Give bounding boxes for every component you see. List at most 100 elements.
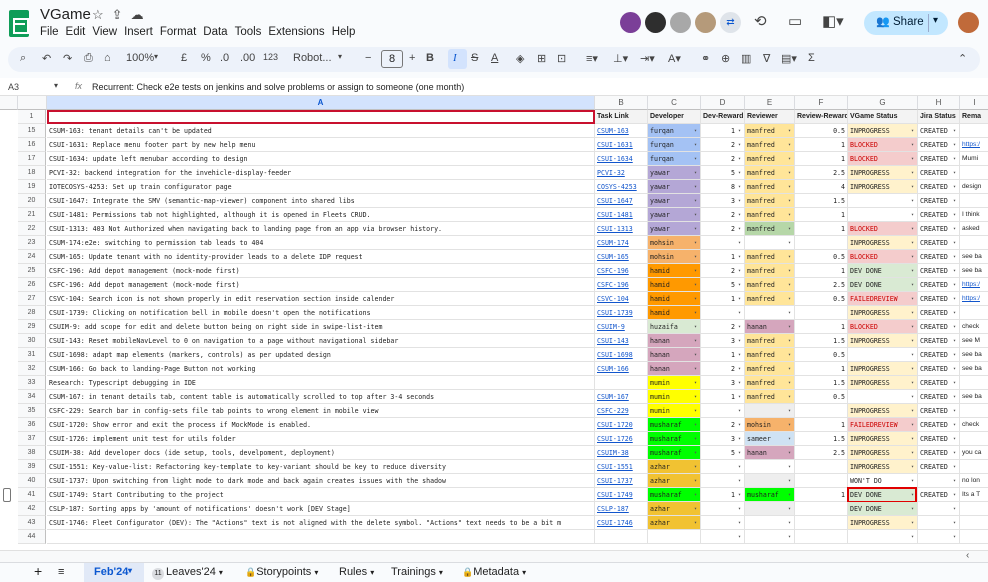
- chevron-down-icon[interactable]: ▾: [738, 362, 741, 375]
- zoom-select[interactable]: 100%: [126, 52, 154, 64]
- remarks-cell[interactable]: [960, 404, 988, 418]
- task-cell[interactable]: CSUM-167: in tenant details tab, content…: [47, 390, 595, 404]
- task-link[interactable]: [595, 376, 648, 390]
- task-cell[interactable]: CSUM-165: Update tenant with no identity…: [47, 250, 595, 264]
- chevron-down-icon[interactable]: ▾: [788, 334, 791, 347]
- chevron-down-icon[interactable]: ▾: [953, 306, 956, 319]
- row-number[interactable]: 1: [18, 110, 46, 124]
- merge-cells-icon[interactable]: ⊡: [557, 52, 566, 65]
- dev-reward-cell[interactable]: 8 ▾: [701, 180, 745, 194]
- task-cell[interactable]: IOTECOSYS-4253: Set up train configurato…: [47, 180, 595, 194]
- chevron-down-icon[interactable]: ▾: [788, 278, 791, 291]
- review-reward-cell[interactable]: [795, 460, 848, 474]
- bold-icon[interactable]: B: [426, 52, 434, 64]
- all-sheets-button[interactable]: ≡: [58, 566, 64, 578]
- vertical-align-icon[interactable]: ⊥▾: [613, 52, 628, 65]
- document-title[interactable]: VGame: [40, 6, 91, 23]
- remarks-cell[interactable]: https:/: [960, 292, 988, 306]
- review-reward-cell[interactable]: 1.5: [795, 194, 848, 208]
- chevron-down-icon[interactable]: ▾: [738, 152, 741, 165]
- developer-cell[interactable]: hamid ▾: [648, 306, 701, 320]
- dev-reward-cell[interactable]: 2 ▾: [701, 418, 745, 432]
- review-reward-cell[interactable]: 4: [795, 180, 848, 194]
- task-link[interactable]: CSFC-196: [595, 278, 648, 292]
- task-link[interactable]: CSUM-167: [595, 390, 648, 404]
- row-number[interactable]: 39: [18, 460, 46, 474]
- menu-item[interactable]: Help: [330, 26, 361, 38]
- reviewer-cell[interactable]: ▾: [745, 460, 795, 474]
- chevron-down-icon[interactable]: ▾: [738, 334, 741, 347]
- chevron-down-icon[interactable]: ▾: [953, 236, 956, 249]
- decrease-decimal-button[interactable]: .0: [220, 52, 229, 64]
- chevron-down-icon[interactable]: ▾: [694, 208, 697, 221]
- row-number[interactable]: 29: [18, 320, 46, 334]
- chevron-down-icon[interactable]: ▾: [953, 376, 956, 389]
- menu-item[interactable]: Extensions: [266, 26, 329, 38]
- vgame-status-cell[interactable]: BLOCKED ▾: [848, 320, 918, 334]
- task-cell[interactable]: CSUM-163: tenant details can't be update…: [47, 124, 595, 138]
- chevron-down-icon[interactable]: ▾: [694, 362, 697, 375]
- review-reward-cell[interactable]: [795, 404, 848, 418]
- dev-reward-cell[interactable]: 3 ▾: [701, 432, 745, 446]
- collapse-toolbar-icon[interactable]: ⌃: [958, 52, 967, 65]
- task-cell[interactable]: CSUIM-9: add scope for edit and delete b…: [47, 320, 595, 334]
- strikethrough-icon[interactable]: S: [471, 52, 478, 64]
- chevron-down-icon[interactable]: ▾: [788, 516, 791, 529]
- move-icon[interactable]: ⇪: [112, 7, 131, 22]
- dev-reward-cell[interactable]: 5 ▾: [701, 278, 745, 292]
- chevron-down-icon[interactable]: ▾: [933, 15, 938, 26]
- vgame-status-cell[interactable]: DEV DONE ▾: [848, 264, 918, 278]
- chevron-down-icon[interactable]: ▾: [694, 474, 697, 487]
- chevron-down-icon[interactable]: ▾: [738, 180, 741, 193]
- remarks-cell[interactable]: [960, 166, 988, 180]
- remarks-cell[interactable]: [960, 516, 988, 530]
- review-reward-cell[interactable]: [795, 530, 848, 544]
- dev-reward-cell[interactable]: 3 ▾: [701, 334, 745, 348]
- remarks-cell[interactable]: [960, 194, 988, 208]
- vgame-status-cell[interactable]: ▾: [848, 208, 918, 222]
- task-link[interactable]: CSUM-165: [595, 250, 648, 264]
- reviewer-cell[interactable]: ▾: [745, 474, 795, 488]
- task-link[interactable]: [595, 530, 648, 544]
- task-cell[interactable]: CSLP-187: Sorting apps by 'amount of not…: [47, 502, 595, 516]
- task-link[interactable]: CSUI-143: [595, 334, 648, 348]
- remarks-cell[interactable]: [960, 376, 988, 390]
- task-link[interactable]: CSUI-1313: [595, 222, 648, 236]
- row-number[interactable]: 20: [18, 194, 46, 208]
- tab-rules[interactable]: Rules ▾: [339, 566, 374, 578]
- jira-status-cell[interactable]: ▾: [918, 516, 960, 530]
- chevron-down-icon[interactable]: ▾: [694, 180, 697, 193]
- developer-cell[interactable]: musharaf ▾: [648, 488, 701, 502]
- task-link[interactable]: CSUM-163: [595, 124, 648, 138]
- chevron-down-icon[interactable]: ▾: [911, 432, 914, 445]
- chevron-down-icon[interactable]: ▾: [694, 432, 697, 445]
- task-link[interactable]: CSUI-1720: [595, 418, 648, 432]
- review-reward-cell[interactable]: 1: [795, 320, 848, 334]
- column-header-a[interactable]: A: [47, 96, 595, 110]
- remarks-cell[interactable]: asked: [960, 222, 988, 236]
- chevron-down-icon[interactable]: ▾: [694, 334, 697, 347]
- column-header-c[interactable]: C: [648, 96, 701, 110]
- jira-status-cell[interactable]: CREATED ▾: [918, 194, 960, 208]
- review-reward-cell[interactable]: 2.5: [795, 278, 848, 292]
- text-wrapping-icon[interactable]: ⇥▾: [640, 52, 655, 65]
- dev-reward-cell[interactable]: 1 ▾: [701, 348, 745, 362]
- dev-reward-cell[interactable]: 2 ▾: [701, 208, 745, 222]
- row-number[interactable]: 41: [18, 488, 46, 502]
- remarks-cell[interactable]: [960, 306, 988, 320]
- reviewer-cell[interactable]: manfred ▾: [745, 208, 795, 222]
- chevron-down-icon[interactable]: ▾: [953, 124, 956, 137]
- remarks-cell[interactable]: check: [960, 320, 988, 334]
- chevron-down-icon[interactable]: ▾: [738, 222, 741, 235]
- vgame-status-cell[interactable]: INPROGRESS ▾: [848, 432, 918, 446]
- vgame-status-cell[interactable]: ▾: [848, 348, 918, 362]
- vgame-status-cell[interactable]: BLOCKED ▾: [848, 138, 918, 152]
- tab-trainings[interactable]: Trainings ▾: [391, 566, 443, 578]
- print-icon[interactable]: ⎙: [84, 52, 93, 65]
- chevron-down-icon[interactable]: ▾: [694, 250, 697, 263]
- jira-status-cell[interactable]: CREATED ▾: [918, 208, 960, 222]
- row-number[interactable]: 28: [18, 306, 46, 320]
- task-cell[interactable]: CSUI-1634: update left menubar according…: [47, 152, 595, 166]
- task-link[interactable]: CSFC-196: [595, 264, 648, 278]
- chevron-down-icon[interactable]: ▾: [788, 474, 791, 487]
